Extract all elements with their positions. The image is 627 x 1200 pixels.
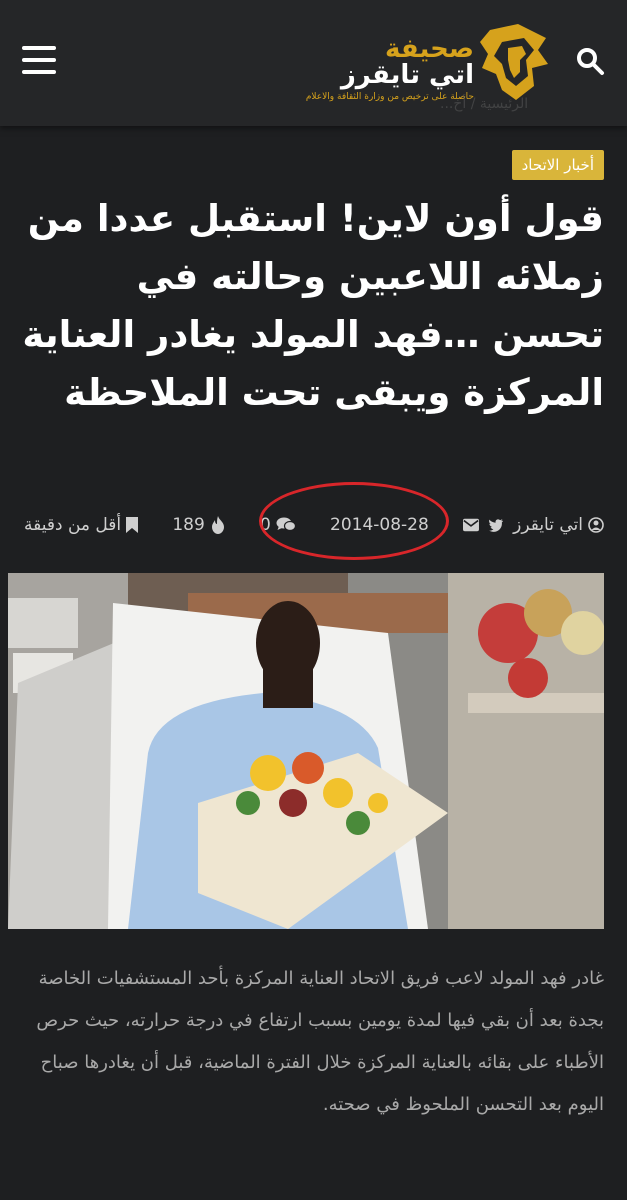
fire-icon [211,516,224,534]
site-logo[interactable]: صحيفة اتي تايقرز حاصلة على ترخيص من وزار… [306,20,552,104]
bookmark-icon [126,517,139,533]
twitter-icon[interactable] [488,518,504,532]
author-name: اتي تايقرز [513,515,583,535]
article-photo[interactable] [8,573,604,929]
menu-icon[interactable] [22,46,56,76]
read-time-text: أقل من دقيقة [24,515,122,535]
lion-logo-icon [480,24,548,100]
search-icon[interactable] [575,46,605,76]
date-annotation-circle [259,482,449,560]
user-icon [588,517,604,533]
category-badge[interactable]: أخبار الاتحاد [511,150,604,180]
site-header: صحيفة اتي تايقرز حاصلة على ترخيص من وزار… [0,0,627,126]
read-time: أقل من دقيقة [24,515,139,535]
mail-icon[interactable] [462,518,479,532]
article-title: قول أون لاين! استقبل عددا من زملائه اللا… [22,197,604,414]
article-body: غادر فهد المولد لاعب فريق الاتحاد العناي… [36,968,604,1115]
author-link[interactable]: اتي تايقرز [513,515,604,535]
views-count: 189 [172,515,225,535]
logo-title-line2: اتي تايقرز [340,60,474,90]
breadcrumb[interactable]: الرئيسية / أخ... [440,96,528,112]
views-number: 189 [172,515,205,535]
